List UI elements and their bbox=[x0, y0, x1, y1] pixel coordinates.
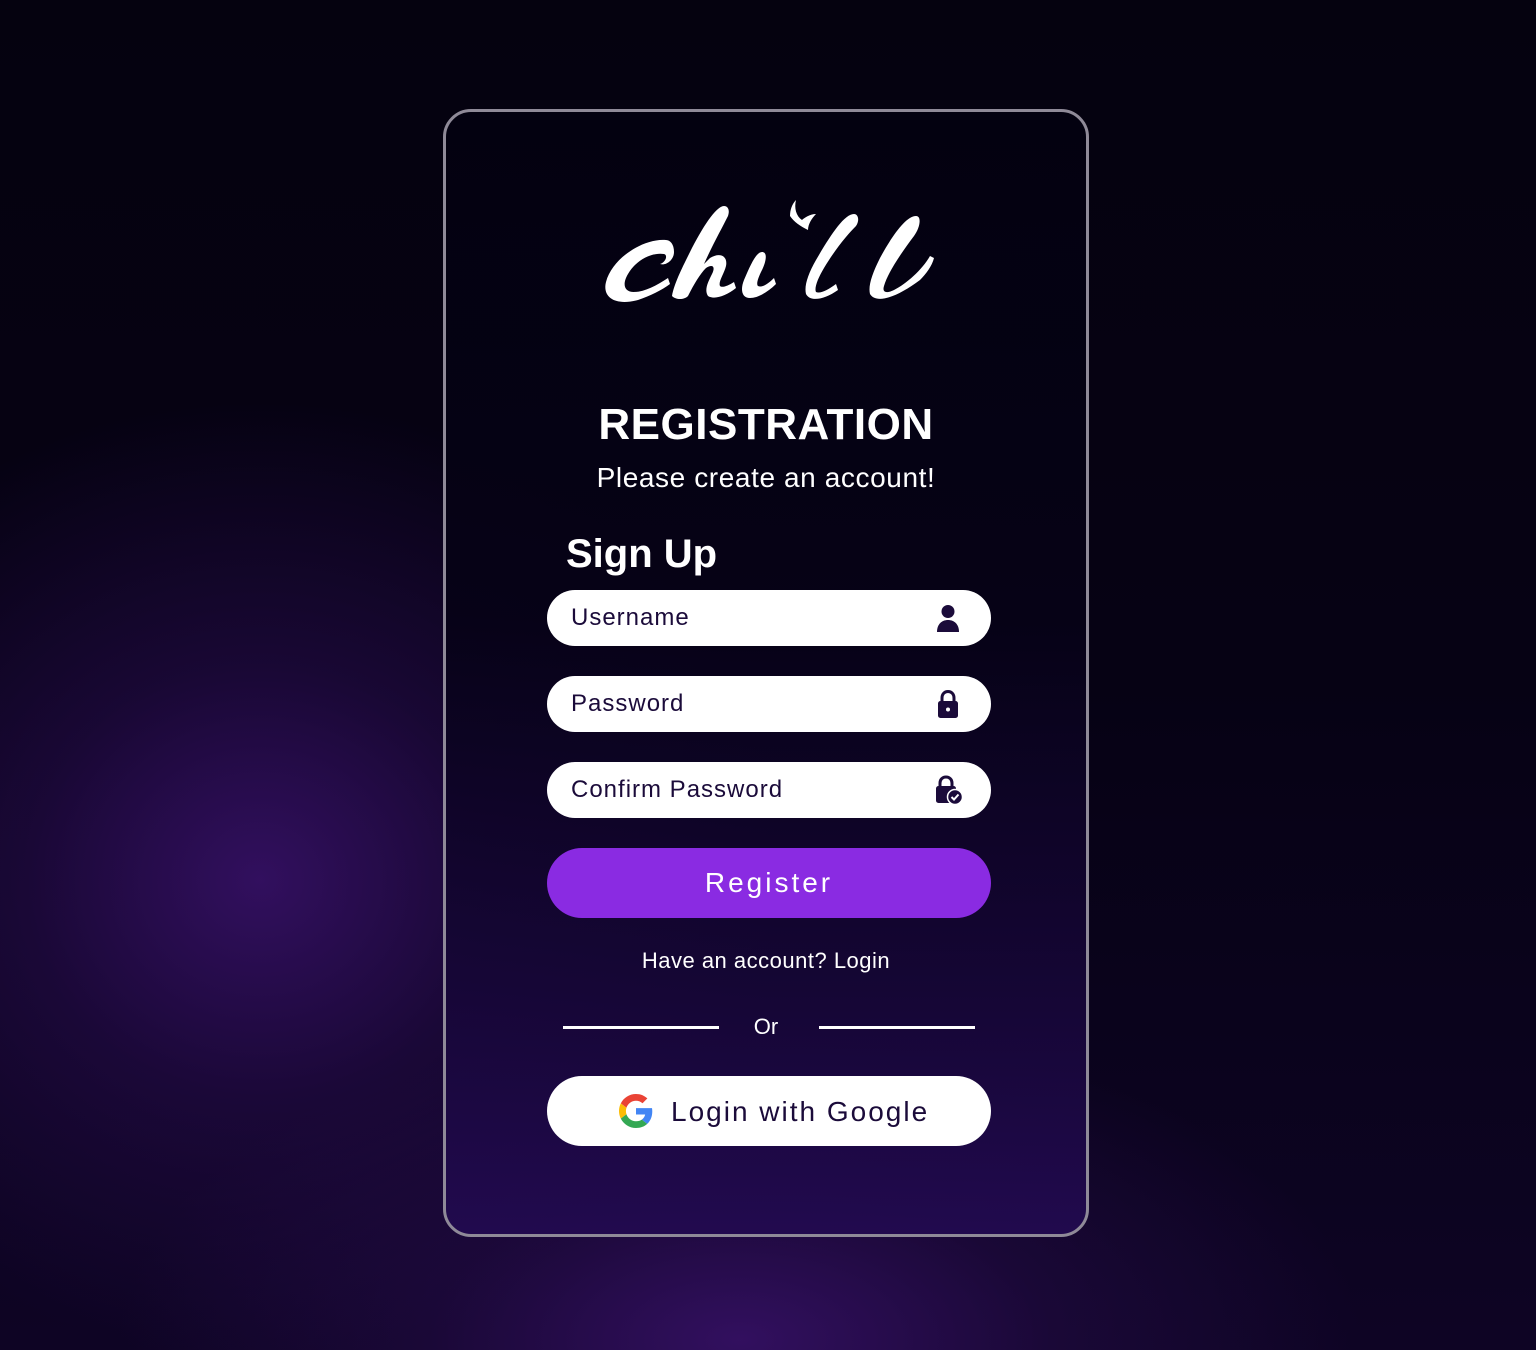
registration-card: REGISTRATION Please create an account! S… bbox=[443, 109, 1089, 1237]
page-title: REGISTRATION bbox=[598, 400, 934, 449]
lock-check-icon bbox=[936, 775, 963, 805]
username-input[interactable] bbox=[571, 590, 911, 646]
confirm-password-input[interactable] bbox=[571, 762, 911, 818]
lock-icon bbox=[938, 689, 958, 718]
password-field-container bbox=[547, 676, 991, 732]
chill-logo bbox=[605, 200, 934, 302]
google-login-label: Login with Google bbox=[671, 1096, 930, 1127]
login-link[interactable]: Login bbox=[834, 948, 890, 973]
username-field-container bbox=[547, 590, 991, 646]
divider-right bbox=[819, 1026, 975, 1029]
page-subtitle: Please create an account! bbox=[596, 462, 936, 493]
user-icon bbox=[937, 605, 959, 632]
form-heading: Sign Up bbox=[566, 532, 718, 576]
register-button[interactable]: Register bbox=[547, 848, 991, 918]
google-login-button[interactable]: Login with Google bbox=[547, 1076, 991, 1146]
password-input[interactable] bbox=[571, 676, 911, 732]
confirm-password-field-container bbox=[547, 762, 991, 818]
or-separator-text: Or bbox=[753, 1014, 779, 1039]
google-icon bbox=[619, 1094, 653, 1128]
have-account-text: Have an account? bbox=[641, 948, 828, 973]
have-account-row: Have an account? Login bbox=[446, 948, 1086, 974]
